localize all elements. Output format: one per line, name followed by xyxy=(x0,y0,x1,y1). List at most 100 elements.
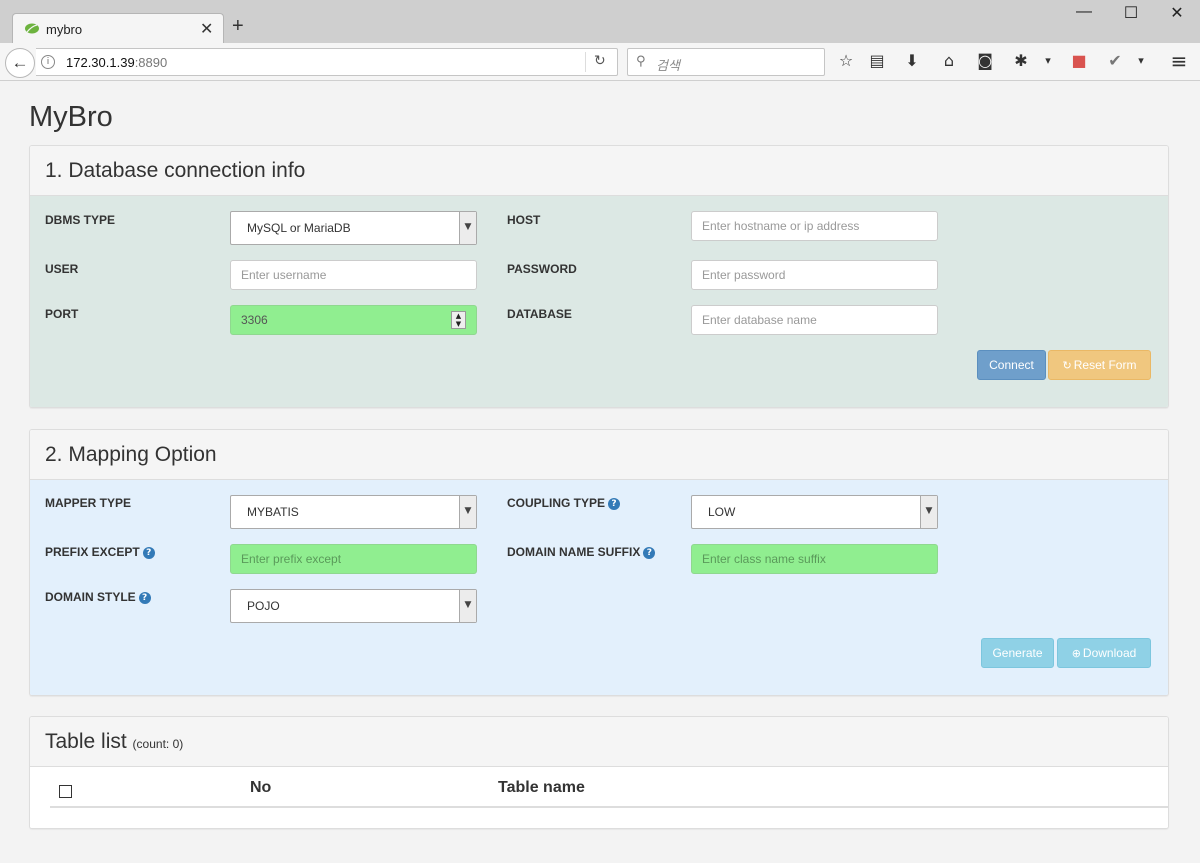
reset-form-label: Reset Form xyxy=(1073,358,1137,372)
domain-name-suffix-input[interactable]: Enter class name suffix xyxy=(691,544,938,574)
host-placeholder: Enter hostname or ip address xyxy=(702,219,860,233)
browser-nav-bar: ← i 172.30.1.39:8890 ↻ ⚲ 검색 ☆ ▤ ⬇ ⌂ ◙ ✱ … xyxy=(0,43,1200,81)
page-title: MyBro xyxy=(29,101,113,133)
extension-icon[interactable]: ✱ xyxy=(1011,52,1031,70)
search-bar[interactable]: ⚲ 검색 xyxy=(627,48,825,76)
user-input[interactable]: Enter username xyxy=(230,260,477,290)
search-placeholder: 검색 xyxy=(656,58,680,73)
refresh-icon: ↻ xyxy=(1062,359,1072,372)
database-label: DATABASE xyxy=(507,307,572,321)
table-list-panel: Table list (count: 0) No Table name xyxy=(29,716,1169,829)
password-input[interactable]: Enter password xyxy=(691,260,938,290)
pocket-icon[interactable]: ◙ xyxy=(975,52,995,70)
generate-label: Generate xyxy=(992,646,1043,660)
dbms-type-select[interactable]: MySQL or MariaDB ▼ xyxy=(230,211,477,245)
url-bar[interactable]: i 172.30.1.39:8890 ↻ xyxy=(36,48,618,76)
host-input[interactable]: Enter hostname or ip address xyxy=(691,211,938,241)
download-label: Download xyxy=(1082,646,1137,660)
dbms-type-label: DBMS TYPE xyxy=(45,213,116,227)
reading-list-icon[interactable]: ▤ xyxy=(867,52,887,70)
port-label: PORT xyxy=(45,307,79,321)
window-close-icon[interactable]: ✕ xyxy=(1162,3,1192,23)
prefix-except-label: PREFIX EXCEPT? xyxy=(45,545,155,559)
download-button[interactable]: ⊕ Download xyxy=(1057,638,1151,668)
db-panel-body: DBMS TYPE MySQL or MariaDB ▼ HOST Enter … xyxy=(30,196,1168,407)
mapper-type-select[interactable]: MYBATIS ▼ xyxy=(230,495,477,529)
hamburger-menu-icon[interactable]: ≡ xyxy=(1169,51,1189,71)
search-icon: ⚲ xyxy=(636,54,646,69)
port-input[interactable]: 3306 ▲ ▼ xyxy=(230,305,477,335)
url-text: 172.30.1.39:8890 xyxy=(66,55,168,70)
panel-title: 2. Mapping Option xyxy=(45,443,217,466)
db-connection-panel: 1. Database connection info DBMS TYPE My… xyxy=(29,145,1169,408)
mapping-panel-body: MAPPER TYPE MYBATIS ▼ COUPLING TYPE? LOW… xyxy=(30,480,1168,695)
back-arrow-icon[interactable]: ← xyxy=(5,48,35,78)
tab-close-icon[interactable]: ✕ xyxy=(200,19,213,39)
home-icon[interactable]: ⌂ xyxy=(939,52,959,70)
password-placeholder: Enter password xyxy=(702,268,786,282)
domain-style-value: POJO xyxy=(247,599,280,613)
database-placeholder: Enter database name xyxy=(702,313,817,327)
dropdown-icon[interactable]: ▾ xyxy=(1131,52,1151,70)
reset-form-button[interactable]: ↻ Reset Form xyxy=(1048,350,1151,380)
url-separator xyxy=(585,52,586,72)
table-count: (count: 0) xyxy=(132,737,184,751)
host-label: HOST xyxy=(507,213,541,227)
check-icon[interactable]: ✔ xyxy=(1105,52,1125,70)
reload-icon[interactable]: ↻ xyxy=(594,53,606,69)
download-icon[interactable]: ⬇ xyxy=(902,52,922,70)
table-header-divider xyxy=(50,806,1168,808)
browser-tab-bar: mybro ✕ + — ☐ ✕ xyxy=(0,0,1200,44)
domain-name-suffix-placeholder: Enter class name suffix xyxy=(702,552,826,566)
addon-icon[interactable]: ■ xyxy=(1069,52,1089,70)
browser-tab[interactable]: mybro ✕ xyxy=(12,13,224,44)
help-icon[interactable]: ? xyxy=(142,547,155,559)
prefix-except-input[interactable]: Enter prefix except xyxy=(230,544,477,574)
coupling-type-value: LOW xyxy=(708,505,736,519)
domain-style-select[interactable]: POJO ▼ xyxy=(230,589,477,623)
spring-leaf-icon xyxy=(25,23,39,34)
chevron-down-icon: ▼ xyxy=(920,496,937,528)
download-circle-icon: ⊕ xyxy=(1071,647,1081,660)
chevron-down-icon: ▼ xyxy=(459,496,476,528)
select-all-checkbox[interactable] xyxy=(59,785,72,798)
database-input[interactable]: Enter database name xyxy=(691,305,938,335)
port-value: 3306 xyxy=(241,313,268,327)
help-icon[interactable]: ? xyxy=(643,547,656,559)
mapping-option-panel: 2. Mapping Option MAPPER TYPE MYBATIS ▼ … xyxy=(29,429,1169,696)
panel-heading: Table list (count: 0) xyxy=(30,717,1168,767)
dropdown-icon[interactable]: ▾ xyxy=(1038,52,1058,70)
chevron-down-icon: ▼ xyxy=(459,590,476,622)
coupling-type-label: COUPLING TYPE? xyxy=(507,496,621,510)
info-icon[interactable]: i xyxy=(41,55,55,69)
coupling-type-select[interactable]: LOW ▼ xyxy=(691,495,938,529)
panel-heading: 2. Mapping Option xyxy=(30,430,1168,480)
maximize-icon[interactable]: ☐ xyxy=(1116,3,1146,23)
help-icon[interactable]: ? xyxy=(608,498,621,510)
prefix-except-placeholder: Enter prefix except xyxy=(241,552,342,566)
connect-button[interactable]: Connect xyxy=(977,350,1046,380)
stepper-icon[interactable]: ▲ ▼ xyxy=(451,311,466,329)
table-list-body: No Table name xyxy=(30,767,1168,828)
chevron-down-icon: ▼ xyxy=(459,212,476,244)
generate-button[interactable]: Generate xyxy=(981,638,1054,668)
star-icon[interactable]: ☆ xyxy=(836,52,856,70)
panel-heading: 1. Database connection info xyxy=(30,146,1168,196)
password-label: PASSWORD xyxy=(507,262,577,276)
new-tab-icon[interactable]: + xyxy=(232,16,244,36)
panel-title: 1. Database connection info xyxy=(45,159,306,182)
minimize-icon[interactable]: — xyxy=(1069,3,1099,21)
mapper-type-value: MYBATIS xyxy=(247,505,299,519)
mapper-type-label: MAPPER TYPE xyxy=(45,496,132,510)
column-header-no: No xyxy=(250,779,272,796)
connect-label: Connect xyxy=(989,358,1034,372)
panel-title: Table list (count: 0) xyxy=(45,730,184,753)
tab-title: mybro xyxy=(46,22,83,37)
help-icon[interactable]: ? xyxy=(138,592,151,604)
domain-style-label: DOMAIN STYLE? xyxy=(45,590,151,604)
column-header-table-name: Table name xyxy=(498,779,585,796)
user-placeholder: Enter username xyxy=(241,268,327,282)
dbms-type-value: MySQL or MariaDB xyxy=(247,221,351,235)
user-label: USER xyxy=(45,262,79,276)
domain-name-suffix-label: DOMAIN NAME SUFFIX? xyxy=(507,545,656,559)
